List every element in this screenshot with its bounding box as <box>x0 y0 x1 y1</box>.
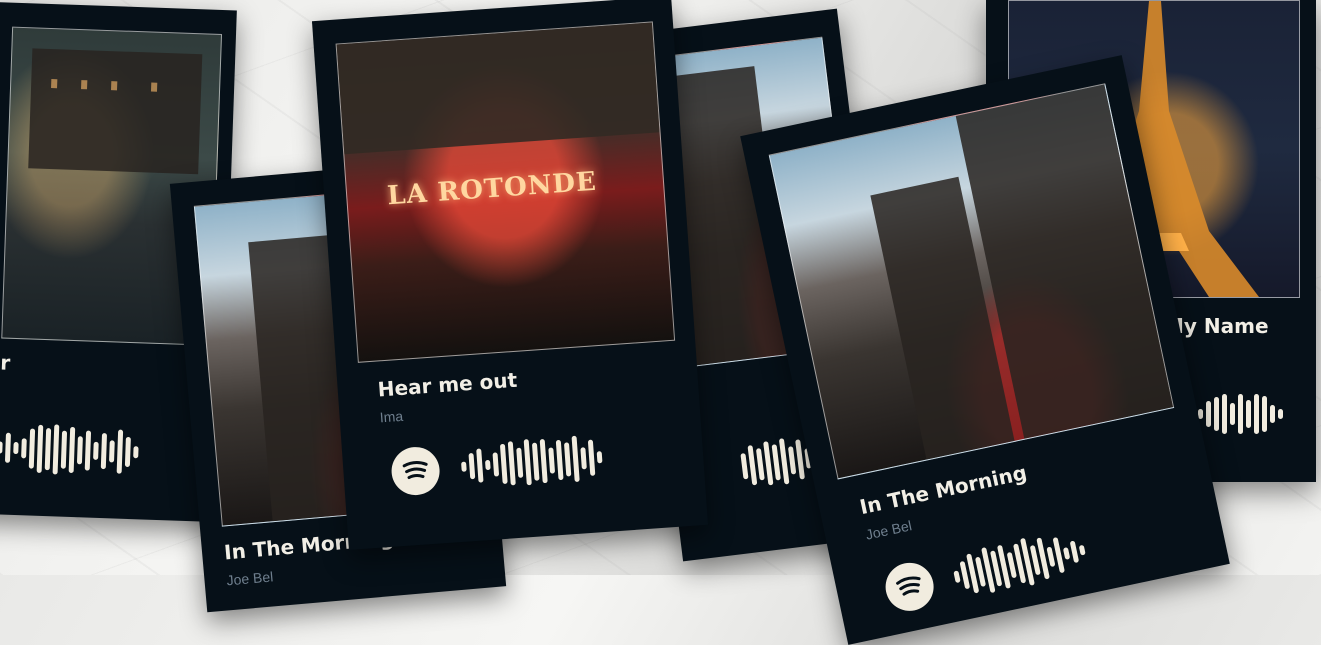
spotify-button[interactable] <box>881 558 939 616</box>
spotify-code[interactable] <box>950 526 1090 601</box>
card-photo <box>768 83 1175 480</box>
artist-name: Joe Bel <box>225 568 274 589</box>
spotify-code[interactable] <box>1198 394 1283 434</box>
spotify-code[interactable] <box>0 422 139 477</box>
song-title: Hear me out <box>376 367 518 402</box>
spotify-icon <box>402 461 428 480</box>
cafe-sign: LA ROTONDE <box>386 166 598 212</box>
spotify-button[interactable] <box>389 445 442 497</box>
artist-name: Ima <box>379 407 404 426</box>
card-hear-me-out[interactable]: LA ROTONDE Hear me out Ima <box>311 0 709 550</box>
song-title: r <box>0 350 11 375</box>
card-photo: LA ROTONDE <box>335 21 676 363</box>
artist-name: Joe Bel <box>864 517 914 543</box>
spotify-code[interactable] <box>460 434 604 490</box>
spotify-icon <box>896 576 921 596</box>
